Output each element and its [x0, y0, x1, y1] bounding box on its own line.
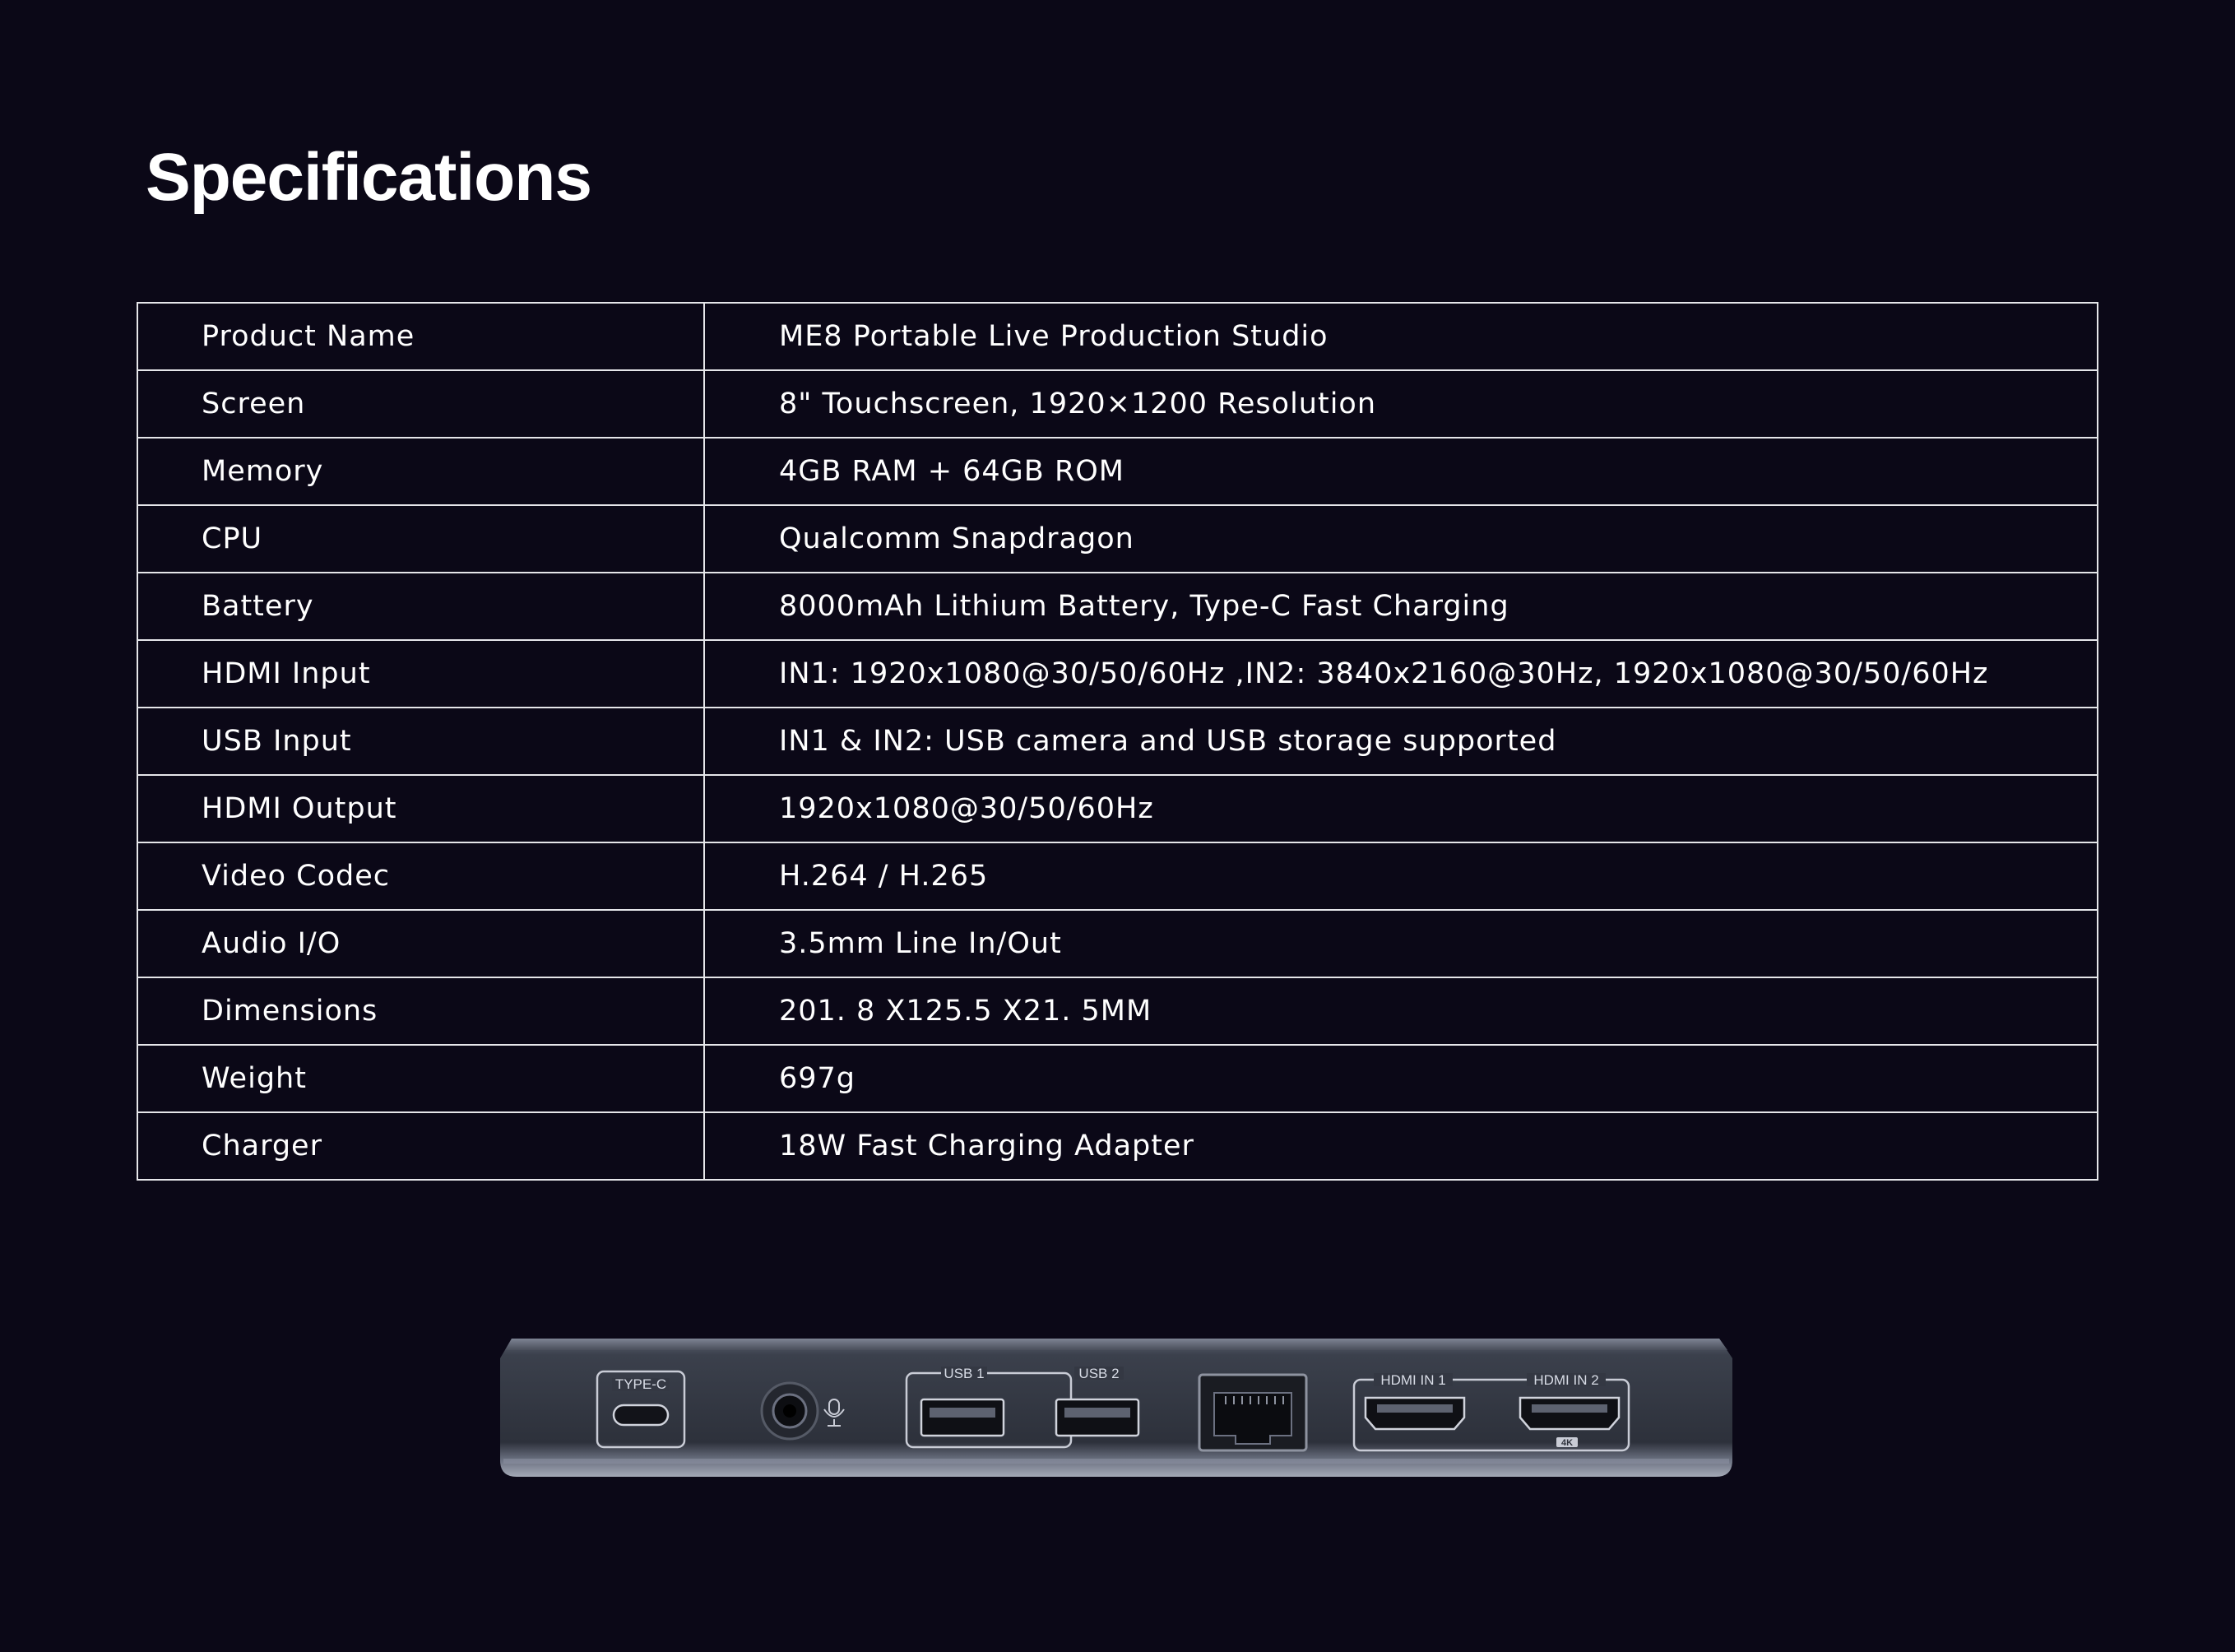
spec-value: Qualcomm Snapdragon	[703, 504, 2098, 573]
table-row: HDMI Input IN1: 1920x1080@30/50/60Hz ,IN…	[137, 639, 2098, 708]
spec-value: H.264 / H.265	[703, 842, 2098, 911]
spec-label: HDMI Input	[137, 639, 705, 708]
spec-value: 201. 8 X125.5 X21. 5MM	[703, 977, 2098, 1046]
spec-label: CPU	[137, 504, 705, 573]
device-side-view: TYPE-C USB 1 USB 2 HDMI IN 1 HDMI IN 2 4…	[494, 1329, 1736, 1485]
table-row: Battery 8000mAh Lithium Battery, Type-C …	[137, 572, 2098, 641]
table-row: Dimensions 201. 8 X125.5 X21. 5MM	[137, 977, 2098, 1046]
hdmi-in1-port	[1364, 1396, 1466, 1431]
spec-label: Screen	[137, 369, 705, 439]
spec-label: USB Input	[137, 707, 705, 776]
usb1-label: USB 1	[944, 1366, 984, 1381]
spec-value: 4GB RAM + 64GB ROM	[703, 437, 2098, 506]
spec-value: 697g	[703, 1044, 2098, 1113]
spec-label: Charger	[137, 1111, 705, 1181]
usb1-port	[920, 1398, 1005, 1437]
badge-4k: 4K	[1561, 1438, 1573, 1448]
spec-value: IN1 & IN2: USB camera and USB storage su…	[703, 707, 2098, 776]
spec-label: Video Codec	[137, 842, 705, 911]
spec-label: Dimensions	[137, 977, 705, 1046]
type-c-label: TYPE-C	[615, 1376, 666, 1392]
spec-label: HDMI Output	[137, 774, 705, 843]
table-row: Product Name ME8 Portable Live Productio…	[137, 302, 2098, 371]
spec-label: Memory	[137, 437, 705, 506]
table-row: HDMI Output 1920x1080@30/50/60Hz	[137, 774, 2098, 843]
ethernet-port-icon	[1198, 1373, 1308, 1452]
spec-value: 3.5mm Line In/Out	[703, 909, 2098, 978]
hdmi-in1-label: HDMI IN 1	[1380, 1372, 1445, 1388]
hdmi-in2-label: HDMI IN 2	[1533, 1372, 1598, 1388]
table-row: Memory 4GB RAM + 64GB ROM	[137, 437, 2098, 506]
spec-value: 1920x1080@30/50/60Hz	[703, 774, 2098, 843]
table-row: Audio I/O 3.5mm Line In/Out	[137, 909, 2098, 978]
spec-value: IN1: 1920x1080@30/50/60Hz ,IN2: 3840x216…	[703, 639, 2098, 708]
spec-label: Product Name	[137, 302, 705, 371]
usb2-label: USB 2	[1078, 1366, 1119, 1381]
spec-value: 8000mAh Lithium Battery, Type-C Fast Cha…	[703, 572, 2098, 641]
spec-label: Weight	[137, 1044, 705, 1113]
table-row: CPU Qualcomm Snapdragon	[137, 504, 2098, 573]
audio-jack-icon	[760, 1381, 819, 1441]
table-row: Screen 8" Touchscreen, 1920×1200 Resolut…	[137, 369, 2098, 439]
spec-label: Audio I/O	[137, 909, 705, 978]
spec-value: 8" Touchscreen, 1920×1200 Resolution	[703, 369, 2098, 439]
usb2-port	[1055, 1398, 1140, 1437]
table-row: Weight 697g	[137, 1044, 2098, 1113]
table-row: Charger 18W Fast Charging Adapter	[137, 1111, 2098, 1181]
specifications-table: Product Name ME8 Portable Live Productio…	[137, 302, 2098, 1181]
spec-value: 18W Fast Charging Adapter	[703, 1111, 2098, 1181]
spec-value: ME8 Portable Live Production Studio	[703, 302, 2098, 371]
page-title: Specifications	[146, 140, 592, 215]
table-row: USB Input IN1 & IN2: USB camera and USB …	[137, 707, 2098, 776]
table-row: Video Codec H.264 / H.265	[137, 842, 2098, 911]
spec-label: Battery	[137, 572, 705, 641]
